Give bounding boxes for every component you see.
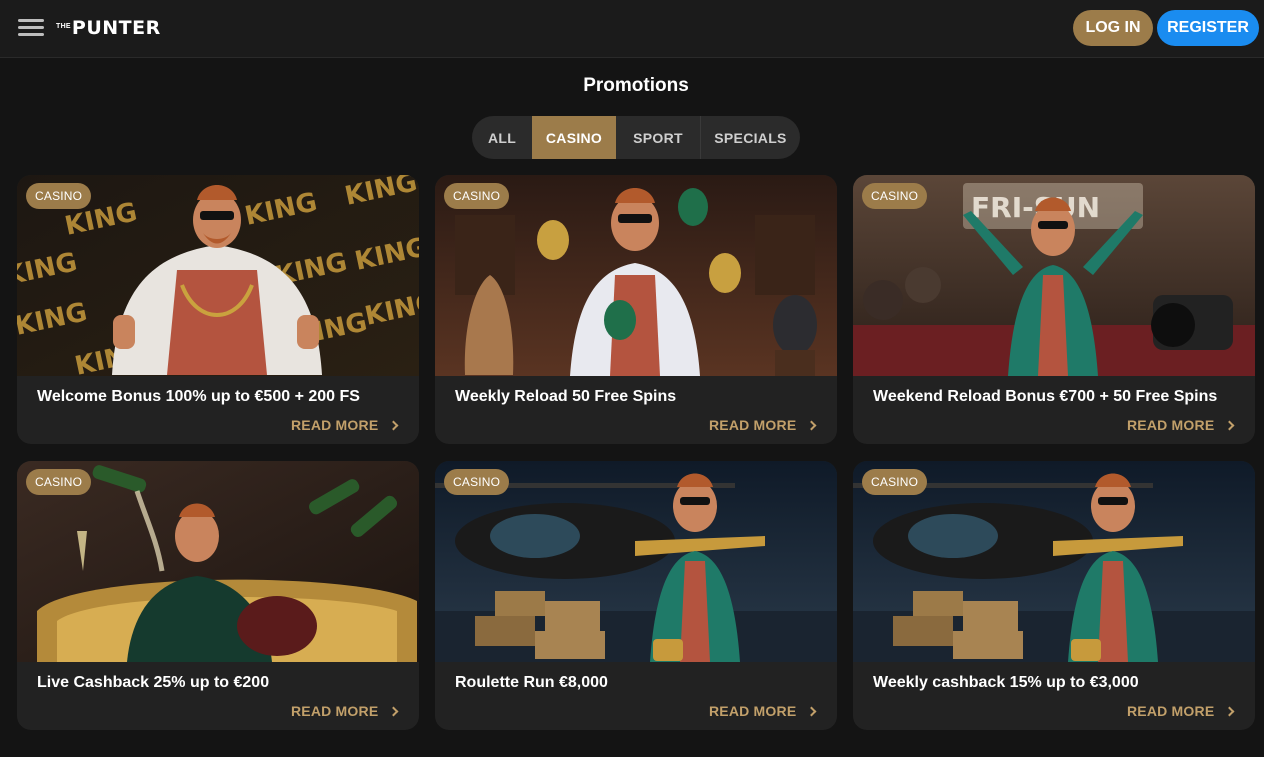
logo-text: PUNTER [71,17,161,39]
read-more-label: READ MORE [1127,703,1215,719]
promo-title: Live Cashback 25% up to €200 [37,674,270,691]
category-badge: CASINO [26,469,92,495]
category-badge: CASINO [444,469,510,495]
category-badge: CASINO [862,469,928,495]
promo-card[interactable]: FRI-SUN CASINO Weekend Reload Bonus €700… [853,175,1255,444]
chevron-right-icon [388,420,399,430]
promo-title: Roulette Run €8,000 [455,674,608,691]
register-button[interactable]: REGISTER [1157,10,1259,46]
promo-title: Welcome Bonus 100% up to €500 + 200 FS [37,388,360,405]
hamburger-menu-icon[interactable] [18,18,44,38]
top-bar: THE PUNTER LOG IN REGISTER [0,0,1264,58]
read-more-label: READ MORE [291,703,379,719]
chevron-right-icon [1224,706,1235,716]
logo-prefix: THE [56,23,71,30]
chevron-right-icon [806,706,817,716]
category-badge: CASINO [862,183,928,209]
read-more-link[interactable]: READ MORE [1127,415,1235,435]
login-button[interactable]: LOG IN [1073,10,1153,46]
read-more-label: READ MORE [291,417,379,433]
promo-card[interactable]: CASINO Roulette Run €8,000 READ MORE [435,461,837,730]
promotion-filter-tabs: ALL CASINO SPORT SPECIALS [472,116,800,159]
read-more-label: READ MORE [709,417,797,433]
read-more-link[interactable]: READ MORE [709,701,817,721]
read-more-label: READ MORE [709,703,797,719]
promo-title: Weekend Reload Bonus €700 + 50 Free Spin… [873,388,1218,405]
category-badge: CASINO [26,183,92,209]
category-badge: CASINO [444,183,510,209]
chevron-right-icon [388,706,399,716]
promo-card[interactable]: CASINO Live Cashback 25% up to €200 READ… [17,461,419,730]
tab-casino[interactable]: CASINO [532,116,616,159]
promo-title: Weekly cashback 15% up to €3,000 [873,674,1139,691]
tab-specials[interactable]: SPECIALS [700,116,800,159]
promo-card[interactable]: CASINO Weekly cashback 15% up to €3,000 … [853,461,1255,730]
site-logo[interactable]: THE PUNTER [56,17,161,39]
chevron-right-icon [806,420,817,430]
chevron-right-icon [1224,420,1235,430]
read-more-link[interactable]: READ MORE [709,415,817,435]
promo-card[interactable]: CASINO Weekly Reload 50 Free Spins READ … [435,175,837,444]
read-more-link[interactable]: READ MORE [1127,701,1235,721]
read-more-link[interactable]: READ MORE [291,701,399,721]
tab-sport[interactable]: SPORT [616,116,700,159]
promo-card[interactable]: KING KING KING KING KING KING KING KING … [17,175,419,444]
tab-all[interactable]: ALL [472,116,532,159]
read-more-label: READ MORE [1127,417,1215,433]
read-more-link[interactable]: READ MORE [291,415,399,435]
promo-title: Weekly Reload 50 Free Spins [455,388,677,405]
page-title: Promotions [583,75,689,96]
